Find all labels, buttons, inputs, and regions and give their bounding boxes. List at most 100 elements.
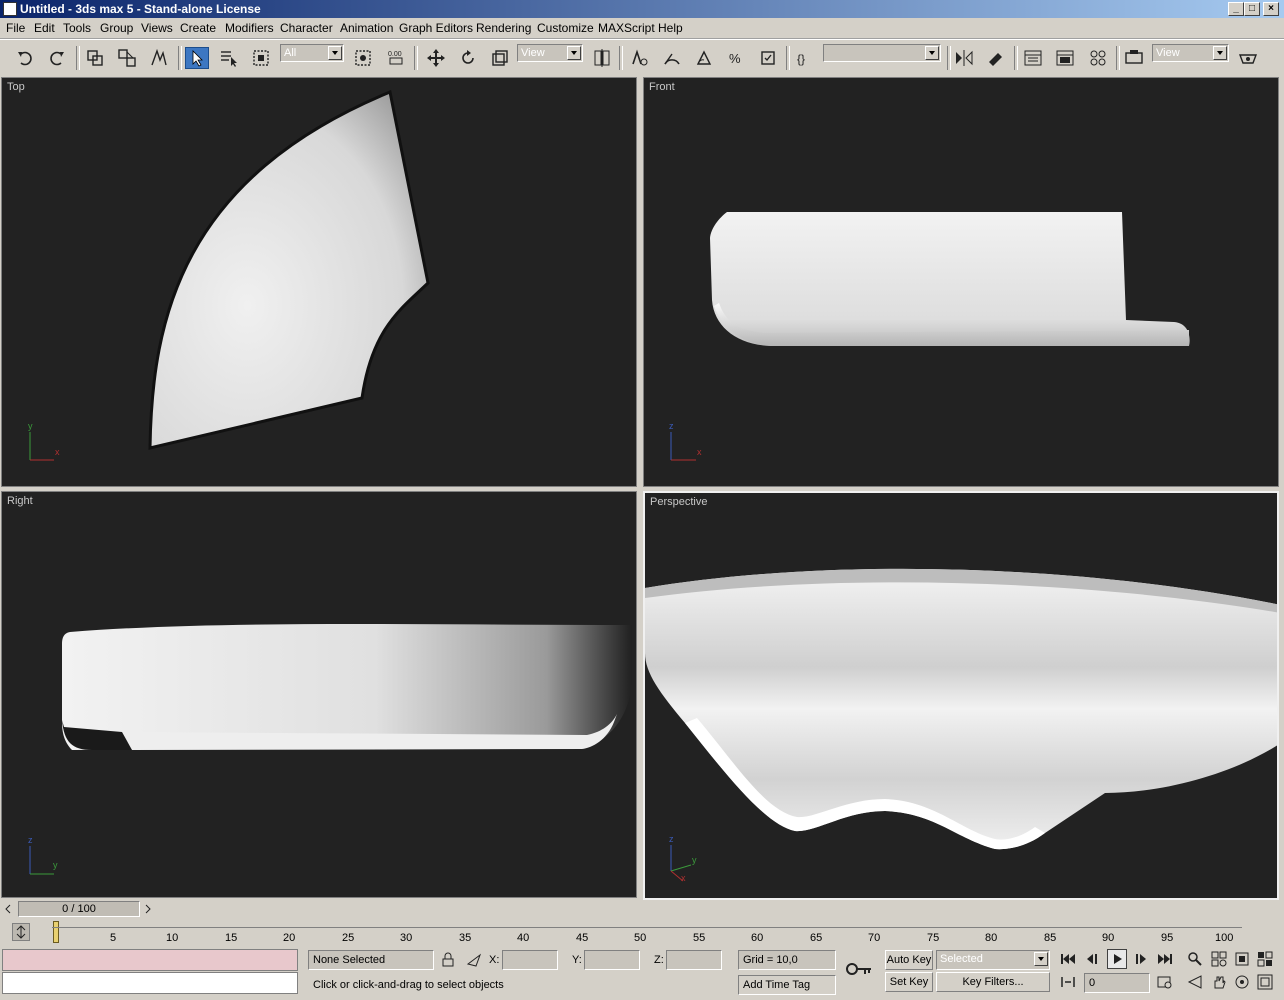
menu-group[interactable]: Group: [100, 21, 133, 35]
window-crossing-icon[interactable]: [351, 47, 375, 69]
chevron-down-icon[interactable]: [1213, 46, 1227, 60]
redo-icon[interactable]: [45, 47, 69, 69]
minimize-button[interactable]: _: [1228, 2, 1244, 16]
spinner-snap-icon[interactable]: 0.00: [384, 47, 408, 69]
menu-help[interactable]: Help: [658, 21, 683, 35]
spinner-snap-toggle-icon[interactable]: [756, 47, 780, 69]
mirror-icon[interactable]: [952, 47, 976, 69]
schematic-view-icon[interactable]: [1086, 47, 1110, 69]
viewport-top[interactable]: Top y x: [1, 77, 637, 487]
add-time-tag-button[interactable]: Add Time Tag: [738, 975, 836, 995]
select-and-move-icon[interactable]: [424, 47, 448, 69]
zoom-extents-icon[interactable]: [1232, 949, 1252, 969]
menu-animation[interactable]: Animation: [340, 21, 393, 35]
chevron-down-icon[interactable]: [925, 46, 939, 60]
menu-views[interactable]: Views: [141, 21, 173, 35]
key-mode-toggle-icon[interactable]: [1058, 972, 1078, 992]
time-slider-bar: 0 / 100: [0, 900, 1284, 919]
svg-text:0.00: 0.00: [388, 51, 402, 58]
time-slider[interactable]: 0 / 100: [18, 901, 140, 917]
named-selection-dropdown[interactable]: [823, 44, 941, 62]
pivot-point-center-icon[interactable]: [590, 47, 614, 69]
open-mini-curve-editor-icon[interactable]: [12, 923, 30, 941]
menu-tools[interactable]: Tools: [63, 21, 91, 35]
chevron-left-icon[interactable]: [2, 902, 14, 916]
menu-edit[interactable]: Edit: [34, 21, 55, 35]
ruler-tick-label: 15: [225, 932, 238, 944]
current-frame-field[interactable]: 0: [1084, 973, 1150, 993]
z-coord-field[interactable]: [666, 950, 722, 970]
select-and-rotate-icon[interactable]: [456, 47, 480, 69]
restore-button[interactable]: □: [1244, 2, 1260, 16]
reference-coordinate-dropdown[interactable]: View: [517, 44, 583, 62]
maxscript-input-mini[interactable]: [2, 972, 298, 994]
toolbar-separator: [947, 46, 951, 70]
selection-region-icon[interactable]: [249, 47, 273, 69]
menu-create[interactable]: Create: [180, 21, 216, 35]
x-coord-field[interactable]: [502, 950, 558, 970]
time-marker[interactable]: [53, 921, 59, 943]
maximize-viewport-icon[interactable]: [1255, 972, 1275, 992]
select-and-scale-icon[interactable]: [488, 47, 512, 69]
menu-graph-editors[interactable]: Graph Editors: [399, 21, 473, 35]
select-and-manipulate-icon[interactable]: [627, 47, 651, 69]
chevron-down-icon[interactable]: [328, 46, 342, 60]
next-frame-icon[interactable]: [1130, 949, 1150, 969]
selection-filter-dropdown[interactable]: All: [280, 44, 344, 62]
select-by-name-icon[interactable]: [217, 47, 241, 69]
chevron-down-icon[interactable]: [1034, 952, 1048, 966]
chevron-down-icon[interactable]: [567, 46, 581, 60]
align-icon[interactable]: [984, 47, 1008, 69]
edit-named-selections-icon[interactable]: {}: [793, 47, 817, 69]
menu-customize[interactable]: Customize: [537, 21, 594, 35]
render-scene-icon[interactable]: [1122, 47, 1146, 69]
time-configuration-icon[interactable]: [1155, 972, 1175, 992]
axis-label-z: z: [669, 834, 674, 844]
menu-file[interactable]: File: [6, 21, 25, 35]
maxscript-listener-mini[interactable]: [2, 949, 298, 971]
viewport-perspective[interactable]: Perspective z y x: [643, 491, 1279, 900]
go-to-end-icon[interactable]: [1155, 949, 1175, 969]
lock-icon[interactable]: [440, 952, 456, 968]
3d-snap-toggle-icon[interactable]: [660, 47, 684, 69]
pan-icon[interactable]: [1209, 972, 1229, 992]
viewport-front[interactable]: Front z x: [643, 77, 1279, 487]
arc-rotate-icon[interactable]: [1232, 972, 1252, 992]
curve-editor-icon[interactable]: [1053, 47, 1077, 69]
menu-maxscript[interactable]: MAXScript: [598, 21, 655, 35]
absolute-mode-icon[interactable]: [466, 952, 482, 968]
zoom-extents-all-icon[interactable]: [1255, 949, 1275, 969]
ruler-tick-label: 20: [283, 932, 296, 944]
key-icon[interactable]: [845, 959, 873, 979]
track-view-icon[interactable]: [1021, 47, 1045, 69]
menu-rendering[interactable]: Rendering: [476, 21, 531, 35]
ruler-tick-label: 65: [810, 932, 823, 944]
key-mode-dropdown[interactable]: Selected: [936, 950, 1050, 970]
y-coord-field[interactable]: [584, 950, 640, 970]
go-to-start-icon[interactable]: [1058, 949, 1078, 969]
zoom-icon[interactable]: [1185, 949, 1205, 969]
play-icon[interactable]: [1107, 949, 1127, 969]
unlink-selection-icon[interactable]: [115, 47, 139, 69]
previous-frame-icon[interactable]: [1083, 949, 1103, 969]
axis-gizmo: [29, 846, 54, 875]
set-key-button[interactable]: Set Key: [885, 972, 933, 992]
menu-character[interactable]: Character: [280, 21, 333, 35]
render-type-dropdown[interactable]: View: [1152, 44, 1229, 62]
undo-icon[interactable]: [13, 47, 37, 69]
select-object-icon[interactable]: [185, 47, 209, 69]
select-and-link-icon[interactable]: [83, 47, 107, 69]
key-filters-button[interactable]: Key Filters...: [936, 972, 1050, 992]
track-bar[interactable]: 5 10 15 20 25 30 35 40 45 50 55 60 65 70…: [0, 919, 1284, 947]
viewport-right[interactable]: Right z y: [1, 491, 637, 898]
bind-to-space-warp-icon[interactable]: [147, 47, 171, 69]
auto-key-button[interactable]: Auto Key: [885, 950, 933, 970]
close-button[interactable]: ×: [1263, 2, 1279, 16]
menu-modifiers[interactable]: Modifiers: [225, 21, 274, 35]
chevron-right-icon[interactable]: [142, 902, 154, 916]
zoom-all-icon[interactable]: [1209, 949, 1229, 969]
field-of-view-icon[interactable]: [1185, 972, 1205, 992]
percent-snap-icon[interactable]: %: [724, 47, 748, 69]
quick-render-icon[interactable]: [1236, 47, 1260, 69]
angle-snap-toggle-icon[interactable]: [692, 47, 716, 69]
